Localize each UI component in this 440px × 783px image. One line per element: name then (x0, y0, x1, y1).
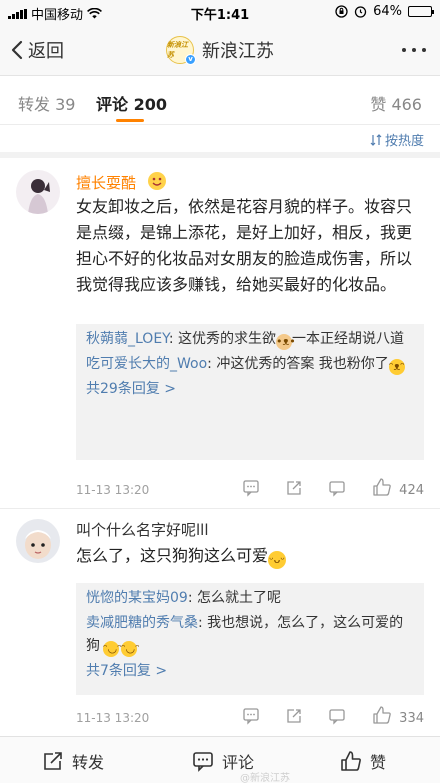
more-options-icon[interactable] (402, 48, 426, 52)
active-tab-indicator (116, 119, 144, 122)
comment-item: 擅长耍酷 女友卸妆之后，依然是花容月貌的样子。妆容只是点缀，是锦上添花，是好上加… (0, 158, 440, 510)
bottom-action-bar: 转发 评论 赞 @新浪江苏 (0, 736, 440, 783)
comment-icon[interactable] (328, 707, 346, 725)
laughing-emoji-icon: ᵔᴥᵔ (388, 359, 405, 375)
comment-icon[interactable] (328, 479, 346, 497)
like-icon[interactable] (372, 705, 392, 725)
like-count: 424 (399, 483, 424, 498)
battery-percent: 64% (373, 4, 402, 19)
comment-bubble-icon (193, 752, 213, 772)
account-name: 新浪江苏 (202, 41, 274, 62)
share-icon[interactable] (285, 707, 303, 725)
comment-item: 叫个什么名字好呢lll 怎么了，这只狗狗这么可爱ᵕᴗᵕ 恍惚的某宝妈09: 怎么… (0, 509, 440, 735)
status-bar: 中国移动 下午1:41 64% (0, 0, 440, 24)
like-icon[interactable] (372, 477, 392, 497)
reply-text: : 冲这优秀的答案 我也粉你了 (207, 356, 389, 372)
comment-time: 11-13 13:20 (76, 711, 150, 725)
comment-time: 11-13 13:20 (76, 483, 150, 497)
reply-box[interactable]: 恍惚的某宝妈09: 怎么就土了呢 卖减肥糖的秀气桑: 我也想说，怎么了，这么可爱… (76, 583, 424, 695)
comment-text: 怎么了，这只狗狗这么可爱ᵕᴗᵕ (76, 543, 420, 569)
reply-text-continued: 一本正经胡说八道 (292, 331, 405, 347)
nav-title[interactable]: 新浪江苏 v 新浪江苏 (0, 36, 440, 65)
reply-item[interactable]: 恍惚的某宝妈09: 怎么就土了呢 (86, 587, 414, 610)
forward-icon (44, 752, 62, 770)
reply-author[interactable]: 吃可爱长大的_Woo (86, 356, 207, 372)
forward-label: 转发 (72, 753, 105, 772)
like-label: 赞 (370, 753, 387, 772)
avatar[interactable] (16, 519, 60, 563)
reply-author[interactable]: 恍惚的某宝妈09 (86, 590, 188, 606)
reply-item[interactable]: 秋蒴蒻_LOEY: 这优秀的求生欲•ᴥ•一本正经胡说八道 (86, 328, 414, 351)
shy-emoji-icon: ᵕᴗᵕ (268, 551, 287, 569)
reply-icon[interactable] (242, 707, 260, 725)
share-icon[interactable] (285, 479, 303, 497)
comment-text-content: 怎么了，这只狗狗这么可爱 (76, 546, 269, 565)
account-avatar: 新浪江苏 v (166, 36, 196, 65)
reply-author[interactable]: 卖减肥糖的秀气桑 (86, 615, 198, 631)
comment-meta: 11-13 13:20 424 (76, 478, 424, 502)
view-more-replies-link[interactable]: 共29条回复 > (86, 378, 414, 401)
reply-text: : 怎么就土了呢 (187, 590, 281, 606)
status-right: 64% (335, 4, 434, 19)
verified-badge-icon: v (185, 54, 196, 65)
reply-box[interactable]: 秋蒴蒻_LOEY: 这优秀的求生欲•ᴥ•一本正经胡说八道 吃可爱长大的_Woo:… (76, 324, 424, 460)
avatar[interactable] (16, 170, 60, 214)
commenter-name[interactable]: 叫个什么名字好呢lll (76, 519, 209, 540)
sort-button[interactable]: 按热度 (370, 130, 424, 149)
reply-item[interactable]: 吃可爱长大的_Woo: 冲这优秀的答案 我也粉你了ᵔᴥᵔ (86, 353, 414, 376)
tab-like[interactable]: 赞 466 (370, 91, 422, 115)
comment-meta: 11-13 13:20 334 (76, 706, 424, 730)
dog-emoji-icon: •ᴥ• (276, 334, 296, 350)
like-count: 334 (399, 711, 424, 726)
tab-comment[interactable]: 评论 200 (96, 91, 167, 115)
alarm-icon (354, 6, 367, 18)
sort-label: 按热度 (384, 134, 424, 149)
reply-author[interactable]: 秋蒴蒻_LOEY (86, 331, 169, 347)
watermark: @新浪江苏 (240, 773, 290, 783)
view-more-replies-link[interactable]: 共7条回复 > (86, 660, 414, 683)
battery-icon (408, 6, 434, 17)
tab-bar: 转发 39 评论 200 赞 466 (0, 77, 440, 125)
rotation-lock-icon (335, 5, 348, 18)
forward-button[interactable]: 转发 (42, 749, 104, 773)
thumbs-up-icon (341, 751, 361, 771)
sort-row: 按热度 (0, 126, 440, 152)
chick-emoji-icon: ᵔ◡ᵔ (121, 641, 140, 657)
sort-icon (370, 133, 382, 146)
tab-forward[interactable]: 转发 39 (18, 91, 75, 115)
comment-text: 女友卸妆之后，依然是花容月貌的样子。妆容只是点缀，是锦上添花，是好上加好，相反，… (76, 197, 413, 294)
chick-emoji-icon: ᵔ◡ᵔ (103, 641, 122, 657)
nav-bar: 返回 新浪江苏 v 新浪江苏 (0, 24, 440, 76)
commenter-name[interactable]: 擅长耍酷 (76, 172, 136, 193)
smile-emoji-icon (148, 172, 166, 190)
reply-text: : 这优秀的求生欲 (168, 331, 277, 347)
reply-icon[interactable] (242, 479, 260, 497)
reply-item[interactable]: 卖减肥糖的秀气桑: 我也想说，怎么了，这么可爱的狗 ᵔ◡ᵔᵔ◡ᵔ (86, 612, 414, 658)
like-button[interactable]: 赞 (340, 749, 386, 773)
